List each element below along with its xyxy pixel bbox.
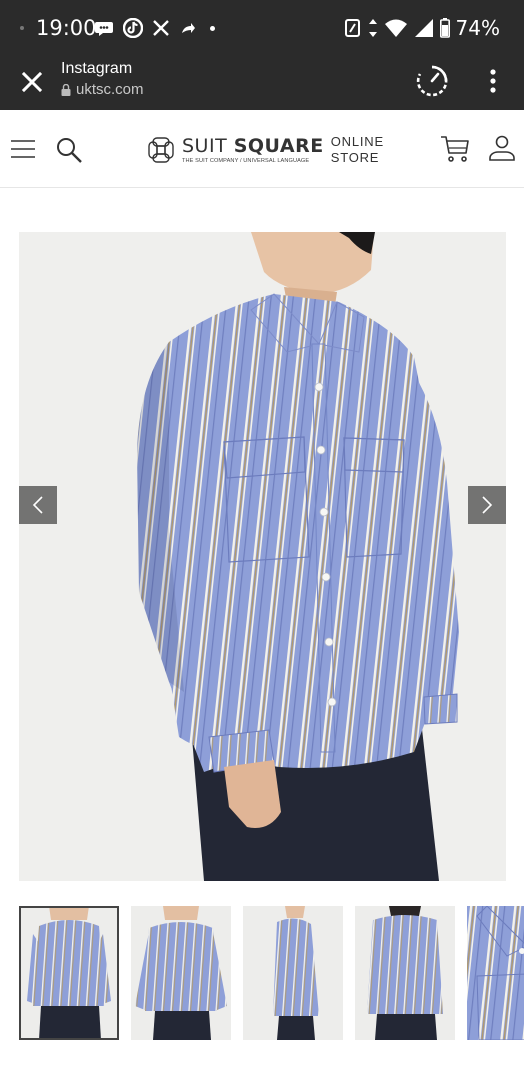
thumbnail-detail-closeup[interactable] <box>467 906 524 1040</box>
thumbnail-strip <box>19 906 524 1042</box>
previous-image-button[interactable] <box>19 486 57 524</box>
chevron-right-icon <box>482 496 493 514</box>
battery-icon <box>439 18 450 38</box>
timer-icon[interactable] <box>415 64 449 98</box>
product-main-image[interactable] <box>19 232 506 881</box>
browser-toolbar: Instagram uktsc.com <box>0 56 524 110</box>
more-dot-icon <box>210 25 215 31</box>
store-line-2: STORE <box>330 150 380 165</box>
site-logo[interactable]: SUIT SQUARE THE SUIT COMPANY / UNIVERSAL… <box>146 132 384 168</box>
status-time: 19:00 <box>36 16 97 40</box>
more-vertical-icon[interactable] <box>486 68 500 94</box>
logo-icon <box>148 137 174 163</box>
chat-bubble-icon <box>95 22 113 36</box>
logo-tagline: THE SUIT COMPANY / UNIVERSAL LANGUAGE <box>182 157 310 164</box>
logo-brand: SUIT SQUARE <box>182 134 324 157</box>
site-header: SUIT SQUARE THE SUIT COMPANY / UNIVERSAL… <box>0 110 524 188</box>
thumbnail-front-full[interactable] <box>19 906 119 1040</box>
hamburger-menu-icon[interactable] <box>10 138 36 160</box>
logo-text: SUIT SQUARE THE SUIT COMPANY / UNIVERSAL… <box>182 134 324 165</box>
status-left-icons <box>94 16 215 40</box>
battery-percent: 74% <box>455 16 500 40</box>
notification-dot-icon <box>20 26 24 30</box>
thumbnail-back[interactable] <box>355 906 455 1040</box>
close-icon[interactable] <box>18 68 46 96</box>
logo-store-label: ONLINE STORE <box>331 134 384 166</box>
cart-icon[interactable] <box>440 134 470 164</box>
share-icon <box>182 23 195 33</box>
store-line-1: ONLINE <box>330 134 384 149</box>
thumbnail-side[interactable] <box>243 906 343 1040</box>
brand-bold: SQUARE <box>233 134 324 157</box>
browser-page-title: Instagram <box>61 60 133 77</box>
lock-icon <box>61 83 71 96</box>
thumbnail-front-open-arms[interactable] <box>131 906 231 1040</box>
brand-light: SUIT <box>182 134 234 157</box>
user-icon[interactable] <box>488 134 516 162</box>
signal-icon <box>414 19 433 37</box>
next-image-button[interactable] <box>468 486 506 524</box>
nfc-icon <box>344 19 360 37</box>
status-right-icons: 74% <box>344 14 500 42</box>
wifi-icon <box>384 19 407 37</box>
browser-url: uktsc.com <box>76 81 144 98</box>
striped-shirt-image <box>19 232 506 881</box>
x-logo-icon <box>153 20 169 36</box>
data-arrows-icon <box>368 19 377 37</box>
chevron-left-icon <box>32 496 43 514</box>
browser-url-row[interactable]: uktsc.com <box>61 81 144 98</box>
tiktok-icon <box>123 18 143 38</box>
status-bar: 19:00 74% <box>0 0 524 56</box>
search-icon[interactable] <box>55 136 83 164</box>
